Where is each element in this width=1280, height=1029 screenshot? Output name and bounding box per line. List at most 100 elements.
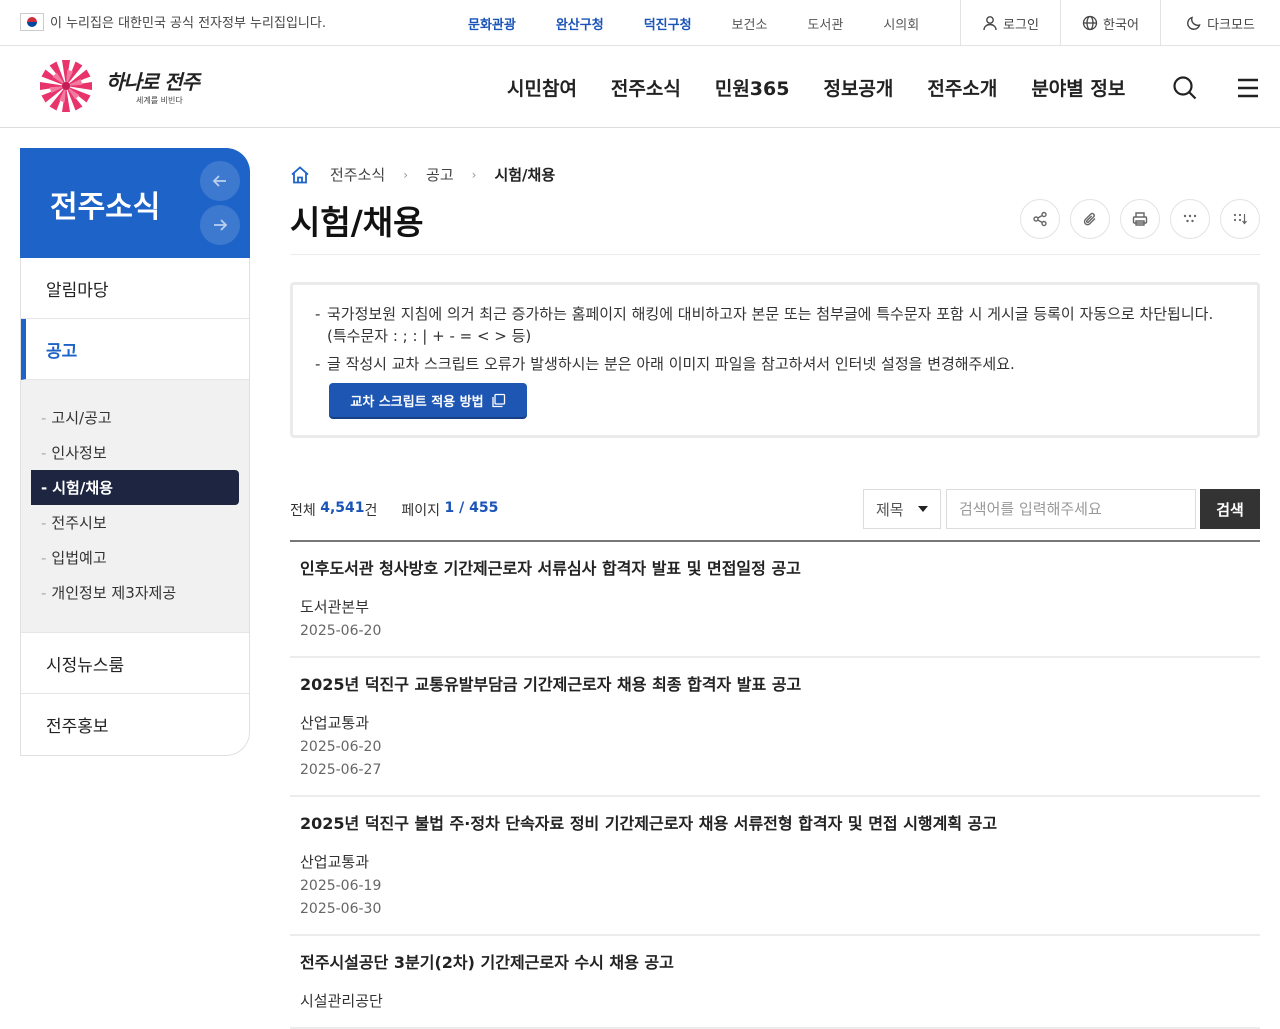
xss-guide-button[interactable]: 교차 스크립트 적용 방법: [329, 383, 527, 417]
search-button[interactable]: 검색: [1200, 489, 1260, 529]
printer-icon: [1132, 212, 1148, 226]
login-button[interactable]: 로그인: [960, 0, 1060, 46]
sidebar-item-announcements[interactable]: 공고: [21, 319, 249, 380]
arrow-left-icon: [212, 175, 226, 187]
search-type-select[interactable]: 제목: [863, 489, 941, 529]
post-title-link[interactable]: 전주시설공단 3분기(2차) 기간제근로자 수시 채용 공고: [300, 953, 1250, 973]
post-date: 2025-06-20: [300, 739, 382, 755]
bullet-dash: -: [41, 408, 47, 427]
sidebar-item-notices-board[interactable]: 알림마당: [21, 258, 249, 319]
notice-item: -글 작성시 교차 스크립트 오류가 발생하시는 분은 아래 이미지 파일을 참…: [315, 355, 1015, 373]
post-date: 2025-06-20: [300, 623, 382, 639]
darkmode-label: 다크모드: [1207, 17, 1255, 33]
sidebar-item-newsroom[interactable]: 시정뉴스룸: [21, 633, 249, 694]
sidebar-header: 전주소식: [20, 148, 250, 258]
sidebar: 전주소식 알림마당 공고 - 고시/공고 - 인사정보 - 시험/채용 - 전주시보 - 입법예고…: [20, 148, 250, 756]
print-button[interactable]: [1120, 199, 1160, 239]
caret-down-icon: [918, 506, 928, 512]
main-nav-item[interactable]: 시민참여: [490, 74, 594, 101]
sidebar-menu: 알림마당 공고 - 고시/공고 - 인사정보 - 시험/채용 - 전주시보 - 입법예고 - 개인정보…: [20, 258, 250, 756]
post-title-link[interactable]: 2025년 덕진구 불법 주·정차 단속자료 정비 기간제근로자 채용 서류전형…: [300, 814, 1250, 834]
language-button[interactable]: 한국어: [1060, 0, 1160, 46]
sidebar-title: 전주소식: [50, 190, 161, 225]
main-nav-item[interactable]: 분야별 정보: [1014, 74, 1142, 101]
page-separator: /: [454, 500, 470, 516]
paperclip-icon: [1083, 212, 1096, 226]
board-row[interactable]: 2025년 덕진구 교통유발부담금 기간제근로자 채용 최종 합격자 발표 공고…: [290, 658, 1260, 797]
menu-icon[interactable]: [1236, 75, 1260, 101]
search-input[interactable]: [946, 489, 1196, 529]
gov-notice-text: 이 누리집은 대한민국 공식 전자정부 누리집입니다.: [50, 16, 326, 31]
post-department: 시설관리공단: [300, 992, 383, 1010]
korea-flag-icon: [20, 12, 44, 31]
flower-logo-icon: [40, 60, 92, 112]
page-current: 1: [444, 500, 455, 516]
logo-main-text: 하나로 전주: [106, 70, 200, 94]
main-nav-item[interactable]: 정보공개: [806, 74, 910, 101]
page-label: 페이지: [401, 503, 441, 519]
user-icon: [983, 16, 997, 31]
share-button[interactable]: [1020, 199, 1060, 239]
sidebar-submenu: - 고시/공고 - 인사정보 - 시험/채용 - 전주시보 - 입법예고 - 개인정보 제3자제공: [21, 380, 249, 633]
page-title: 시험/채용: [290, 203, 424, 242]
title-divider: [290, 254, 1260, 255]
breadcrumb-separator-icon: ›: [471, 167, 477, 182]
board-row[interactable]: 2025년 덕진구 불법 주·정차 단속자료 정비 기간제근로자 채용 서류전형…: [290, 797, 1260, 936]
family-site-link[interactable]: 덕진구청: [624, 14, 712, 33]
post-date: 2025-06-19: [300, 878, 382, 894]
copy-window-icon: [491, 393, 505, 407]
total-count: 4,541: [320, 500, 365, 516]
post-title-link[interactable]: 인후도서관 청사방호 기간제근로자 서류심사 합격자 발표 및 면접일정 공고: [300, 559, 1250, 579]
family-site-link[interactable]: 도서관: [787, 14, 863, 33]
shrink-dots-icon: [1233, 213, 1247, 225]
page-total: 455: [469, 500, 499, 516]
logo-sub-text: 세계를 비빈다: [136, 96, 183, 105]
main-nav-item[interactable]: 민원365: [698, 74, 807, 101]
sidebar-subitem[interactable]: - 인사정보: [31, 435, 239, 470]
sidebar-subitem[interactable]: - 고시/공고: [31, 400, 239, 435]
expand-dots-icon: [1183, 214, 1197, 223]
post-title-link[interactable]: 2025년 덕진구 교통유발부담금 기간제근로자 채용 최종 합격자 발표 공고: [300, 675, 1250, 695]
share-icon: [1033, 211, 1047, 227]
board-row[interactable]: 전주시설공단 3분기(2차) 기간제근로자 수시 채용 공고시설관리공단: [290, 936, 1260, 1029]
post-date: 2025-06-27: [300, 762, 382, 778]
next-menu-button[interactable]: [200, 205, 240, 245]
notice-item: - 국가정보원 지침에 의거 최근 증가하는 홈페이지 해킹에 대비하고자 본문 …: [315, 305, 1214, 345]
globe-icon: [1082, 15, 1098, 31]
sidebar-subitem[interactable]: - 전주시보: [31, 505, 239, 540]
main-nav-item[interactable]: 전주소식: [594, 74, 698, 101]
breadcrumb-item[interactable]: 공고: [426, 164, 454, 185]
attachment-button[interactable]: [1070, 199, 1110, 239]
post-department: 산업교통과: [300, 714, 370, 732]
sidebar-subitem[interactable]: - 시험/채용: [31, 470, 239, 505]
bullet-dash: -: [41, 478, 48, 497]
arrow-right-icon: [214, 219, 228, 231]
home-icon[interactable]: [290, 165, 310, 185]
prev-menu-button[interactable]: [200, 161, 240, 201]
darkmode-button[interactable]: 다크모드: [1160, 0, 1280, 46]
board-list: 인후도서관 청사방호 기간제근로자 서류심사 합격자 발표 및 면접일정 공고 도…: [290, 540, 1260, 1029]
breadcrumb-current: 시험/채용: [494, 166, 556, 184]
site-logo[interactable]: 하나로 전주 세계를 비빈다: [32, 58, 202, 114]
moon-icon: [1187, 16, 1201, 30]
main-nav-item[interactable]: 전주소개: [910, 74, 1014, 101]
family-site-link[interactable]: 문화관광: [448, 14, 536, 33]
sidebar-subitem[interactable]: - 개인정보 제3자제공: [31, 575, 239, 610]
sidebar-subitem[interactable]: - 입법예고: [31, 540, 239, 575]
sidebar-item-promotion[interactable]: 전주홍보: [21, 694, 249, 755]
breadcrumb-item[interactable]: 전주소식: [330, 164, 385, 185]
post-date: 2025-06-30: [300, 901, 382, 917]
family-site-link[interactable]: 완산구청: [536, 14, 624, 33]
expand-button[interactable]: [1170, 199, 1210, 239]
total-unit: 건: [364, 503, 378, 519]
search-icon[interactable]: [1172, 75, 1198, 101]
board-row[interactable]: 인후도서관 청사방호 기간제근로자 서류심사 합격자 발표 및 면접일정 공고 도…: [290, 542, 1260, 658]
post-department: 산업교통과: [300, 853, 370, 871]
family-site-link[interactable]: 시의회: [863, 14, 939, 33]
board-search: 제목 검색: [863, 489, 1260, 529]
site-header: 하나로 전주 세계를 비빈다 시민참여 전주소식 민원365 정보공개 전주소개 분야별 …: [0, 46, 1280, 128]
family-site-link[interactable]: 보건소: [712, 14, 788, 33]
family-sites: 문화관광 완산구청 덕진구청 보건소 도서관 시의회: [448, 0, 939, 46]
breadcrumb-separator-icon: ›: [403, 167, 409, 182]
shrink-button[interactable]: [1220, 199, 1260, 239]
